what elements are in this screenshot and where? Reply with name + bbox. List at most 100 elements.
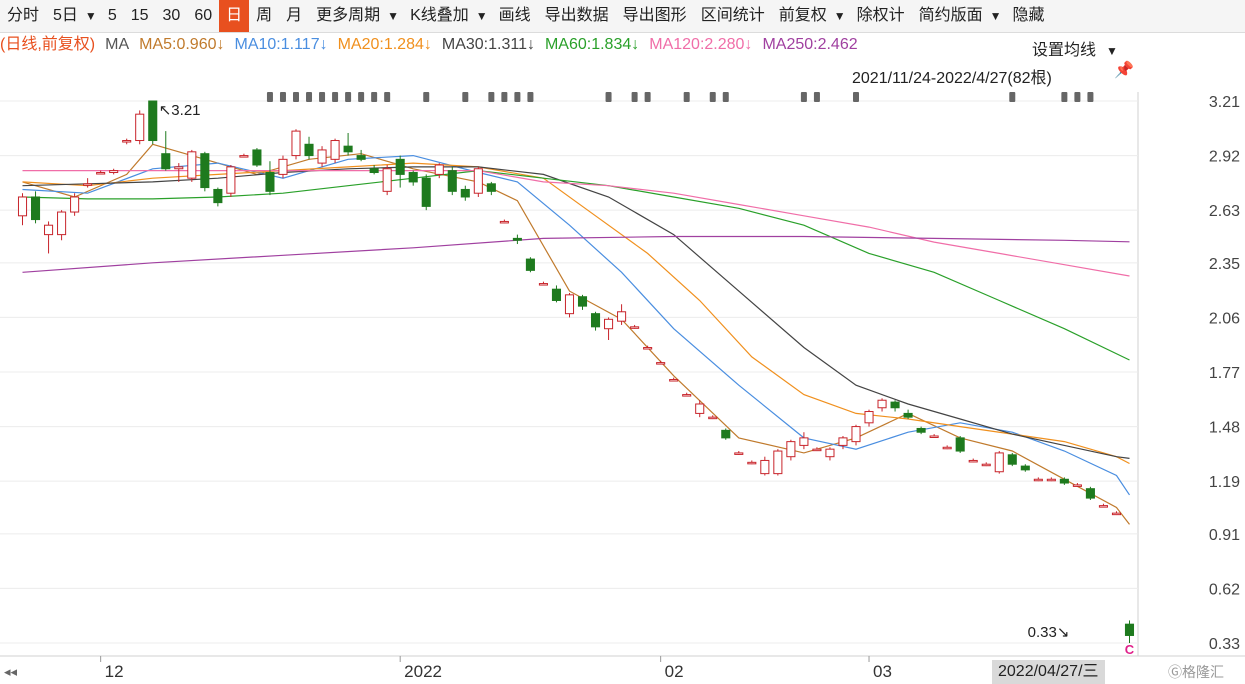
toolbar-item[interactable]: 分时: [0, 0, 46, 32]
candle-body: [83, 183, 93, 186]
candle-body: [447, 170, 457, 192]
candle-body: [148, 100, 158, 142]
candle-body: [460, 188, 470, 198]
candle-body: [773, 450, 783, 475]
candle-body: [57, 211, 67, 236]
news-marker: [345, 92, 352, 102]
y-tick-label: 2.92: [1209, 149, 1240, 166]
chevron-down-icon[interactable]: ▼: [834, 0, 850, 32]
kline-chart[interactable]: 3.21 2.92 2.63 2.35 2.06 1.77 1.48 1.19 0.91 0.62…: [0, 0, 1245, 684]
chevron-down-icon[interactable]: ▼: [476, 0, 492, 32]
candle-body: [226, 166, 236, 194]
latest-marker: C: [1125, 642, 1135, 657]
y-tick-label: 3.21: [1209, 94, 1240, 111]
candle-body: [590, 313, 601, 328]
scroll-left-icon: ◂◂: [4, 664, 18, 679]
y-tick-label: 0.33: [1209, 636, 1240, 653]
candle-body: [617, 311, 627, 322]
toolbar-item[interactable]: 更多周期: [309, 0, 387, 32]
ma-setting-button[interactable]: 设置均线 ▼: [1032, 36, 1118, 60]
toolbar-item[interactable]: 日: [219, 0, 250, 32]
y-tick-label: 1.77: [1209, 365, 1240, 382]
candle-body: [1085, 488, 1095, 499]
candle-body: [512, 237, 522, 241]
y-tick-label: 2.35: [1209, 256, 1240, 273]
news-marker: [605, 92, 612, 102]
toolbar-item[interactable]: 60: [187, 0, 219, 32]
ma-label: MA: [105, 36, 130, 53]
news-marker: [709, 92, 716, 102]
toolbar-item[interactable]: 30: [156, 0, 188, 32]
candle-body: [981, 463, 991, 467]
toolbar-item[interactable]: 画线: [492, 0, 538, 32]
ma-legend-item: MA20:1.284↓: [337, 36, 432, 53]
toolbar-item[interactable]: 简约版面: [912, 0, 990, 32]
toolbar-item[interactable]: K线叠加: [403, 0, 476, 32]
ma-legend-item: MA30:1.311↓: [441, 36, 535, 53]
candle-body: [252, 149, 262, 166]
chevron-down-icon[interactable]: ▼: [85, 0, 101, 32]
chevron-down-icon[interactable]: ▼: [387, 0, 403, 32]
candle-body: [942, 446, 952, 450]
y-tick-label: 2.63: [1209, 203, 1240, 220]
candle-body: [551, 288, 562, 301]
candle-body: [721, 429, 731, 439]
candle-body: [421, 177, 431, 207]
toolbar-item[interactable]: 月: [279, 0, 309, 32]
candle-body: [929, 435, 939, 438]
chevron-down-icon[interactable]: ▼: [990, 0, 1006, 32]
candle-body: [135, 113, 145, 142]
ma-line-ma60: [22, 169, 1130, 361]
y-tick-label: 0.91: [1209, 527, 1240, 544]
candle-body: [577, 296, 588, 307]
candle-body: [916, 427, 926, 433]
news-marker: [384, 92, 391, 102]
news-marker: [306, 92, 313, 102]
ma-legend-item: MA60:1.834↓: [544, 36, 640, 53]
toolbar-item[interactable]: 5: [101, 0, 124, 32]
candle-body: [695, 403, 705, 414]
toolbar-item[interactable]: 导出数据: [538, 0, 616, 32]
y-axis: 3.21 2.92 2.63 2.35 2.06 1.77 1.48 1.19 0.91 0.62…: [1209, 94, 1240, 653]
toolbar: 分时 5日 ▼ 5 15 30 60 日周月更多周期 ▼ K线叠加 ▼ 画线 导出数据 导出图形 区间统计前…: [0, 0, 1245, 33]
candle-body: [356, 155, 366, 160]
ma-legend-item: MA250:2.462: [762, 36, 858, 53]
candle-body: [200, 153, 210, 189]
candle-body: [643, 347, 653, 350]
news-marker: [813, 92, 820, 102]
news-marker: [1087, 92, 1094, 102]
candle-body: [109, 170, 119, 174]
footer-date: 2022/04/27/三: [992, 660, 1105, 684]
toolbar-item[interactable]: 5日: [46, 0, 85, 32]
toolbar-item[interactable]: 前复权: [772, 0, 834, 32]
candle-body: [265, 172, 275, 192]
ma-setting-label: 设置均线: [1032, 42, 1097, 59]
candle-body: [70, 196, 80, 213]
ma-lines: [22, 143, 1130, 525]
ma-legend: (日线,前复权) MA MA5:0.960↓ MA10:1.117↓ MA20:1.28…: [0, 32, 868, 58]
candle-body: [330, 140, 340, 160]
toolbar-item[interactable]: 除权计: [850, 0, 912, 32]
news-marker: [462, 92, 469, 102]
toolbar-item[interactable]: 导出图形: [616, 0, 694, 32]
candle-body: [786, 441, 796, 458]
y-tick-label: 0.62: [1209, 581, 1240, 598]
x-tick-label: 12: [105, 662, 124, 681]
news-marker: [1061, 92, 1068, 102]
candle-body: [538, 283, 548, 286]
toolbar-item[interactable]: 隐藏: [1006, 0, 1052, 32]
candle-body: [877, 399, 887, 409]
candle-body: [994, 452, 1004, 473]
toolbar-item[interactable]: 区间统计: [694, 0, 772, 32]
candle-body: [96, 172, 106, 175]
news-marker: [423, 92, 430, 102]
candle-body: [1007, 454, 1017, 465]
candle-body: [1072, 484, 1082, 487]
candle-body: [408, 172, 418, 183]
news-marker: [279, 92, 286, 102]
toolbar-item[interactable]: 周: [249, 0, 279, 32]
candle-body: [291, 130, 301, 157]
news-marker: [800, 92, 807, 102]
pin-icon[interactable]: 📌: [1114, 60, 1134, 80]
toolbar-item[interactable]: 15: [124, 0, 156, 32]
